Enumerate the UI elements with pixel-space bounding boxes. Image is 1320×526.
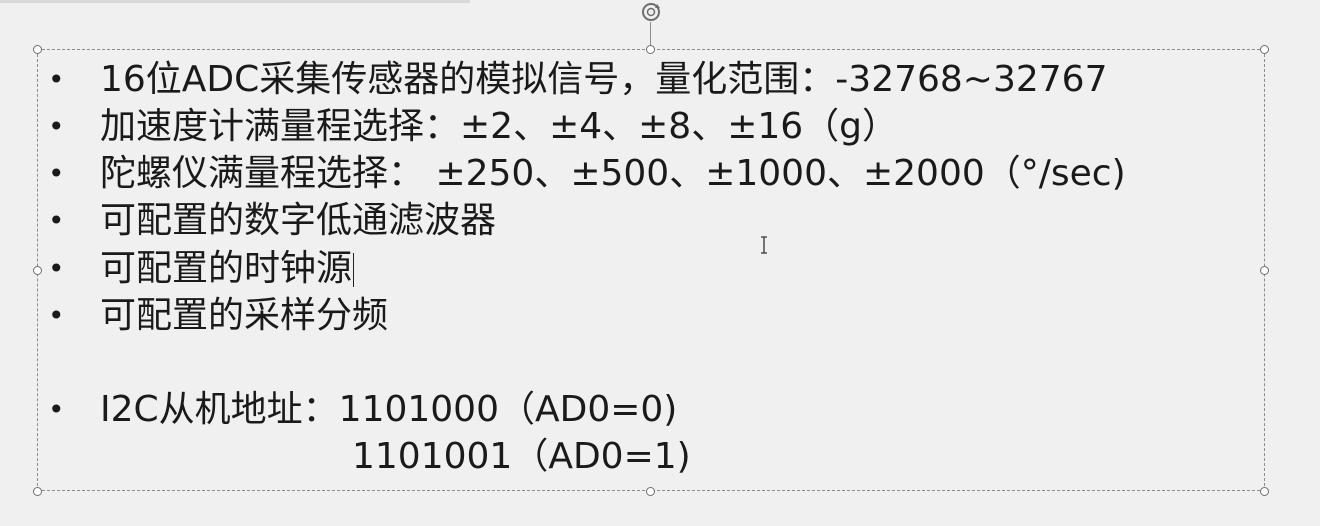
bullet-text-gyro-range[interactable]: 陀螺仪满量程选择： ±250、±500、±1000、±2000（°/sec) xyxy=(100,151,1126,197)
bullet-text-clock-label[interactable]: 可配置的时钟源 xyxy=(100,248,352,289)
bullet-text-adc[interactable]: 16位ADC采集传感器的模拟信号，量化范围：-32768~32767 xyxy=(100,57,1108,103)
bullet-dot: • xyxy=(48,204,65,237)
bullet-dot: • xyxy=(48,299,65,332)
bullet-text-lpf[interactable]: 可配置的数字低通滤波器 xyxy=(100,198,496,244)
bullet-text-clock[interactable]: 可配置的时钟源 xyxy=(100,246,355,292)
bullet-text-i2c-alt[interactable]: 1101001（AD0=1) xyxy=(352,434,691,480)
bullet-list[interactable]: • 16位ADC采集传感器的模拟信号，量化范围：-32768~32767 • 加… xyxy=(0,0,1320,526)
bullet-text-i2c[interactable]: I2C从机地址：1101000（AD0=0) xyxy=(100,387,677,433)
bullet-dot: • xyxy=(48,110,65,143)
bullet-dot: • xyxy=(48,252,65,285)
text-caret xyxy=(353,253,355,287)
bullet-text-accel-range[interactable]: 加速度计满量程选择：±2、±4、±8、±16（g） xyxy=(100,104,898,150)
text-cursor-icon xyxy=(758,236,770,254)
bullet-dot: • xyxy=(48,157,65,190)
bullet-text-divider[interactable]: 可配置的采样分频 xyxy=(100,293,388,339)
bullet-dot: • xyxy=(48,393,65,426)
bullet-dot: • xyxy=(48,63,65,96)
